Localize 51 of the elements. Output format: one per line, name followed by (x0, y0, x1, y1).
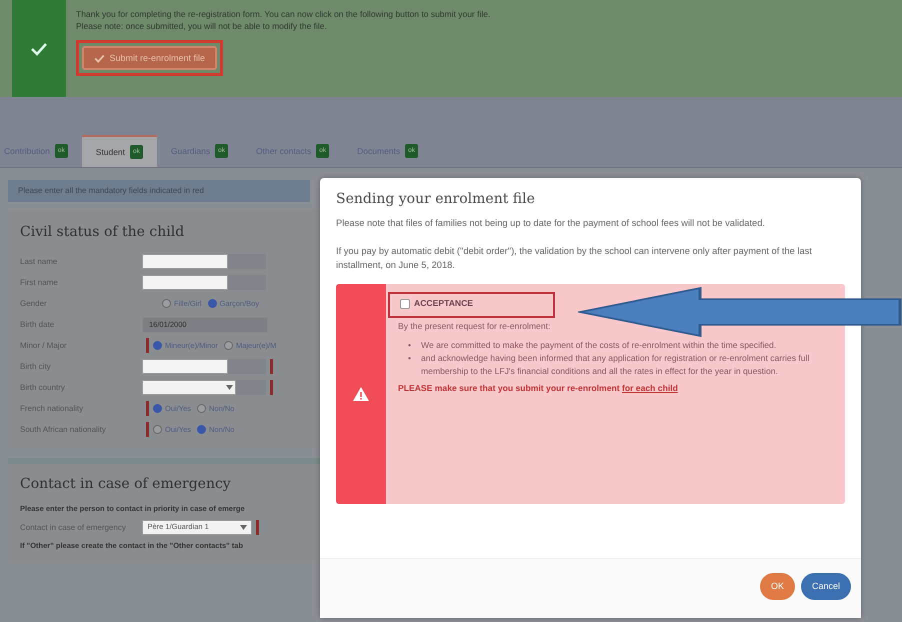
notice-text: Please note: once submitted, you will not be able to modify the file. (76, 20, 328, 32)
dialog-text: Please note that files of families not being up to date for the payment of school fees will not be validated. (336, 217, 766, 230)
check-icon (30, 42, 48, 56)
cancel-button[interactable]: Cancel (800, 572, 851, 600)
caret-icon (226, 385, 233, 390)
alert-text: By the present request for re-enrolment: (398, 320, 552, 333)
tab-label: Student (96, 146, 126, 158)
radio-button[interactable] (153, 425, 162, 434)
ok-button[interactable]: OK (760, 572, 795, 600)
section-title: Civil status of the child (20, 223, 186, 242)
caret-icon (240, 524, 246, 530)
radio-button[interactable] (153, 341, 162, 350)
field-label: South African nationality (20, 425, 107, 434)
radio-button[interactable] (153, 404, 162, 413)
dialog-title: Sending your enrolment file (336, 192, 536, 206)
acceptance-checkbox[interactable]: ACCEPTANCE (400, 297, 474, 310)
radio-button[interactable] (208, 299, 216, 308)
field-label: Last name (20, 257, 58, 266)
field-label: Birth city (20, 362, 52, 371)
check-icon (94, 54, 105, 62)
dialog-text: If you pay by automatic debit ("debit order"), the validation by the school can intervene only after payment of the last installment, on June 5, 2018. (336, 245, 813, 272)
text-field[interactable] (142, 275, 228, 290)
warning-text: PLEASE make sure that you submit your re-enrolment for each child (398, 382, 679, 395)
field-label: Birth date (20, 320, 56, 329)
radio-button[interactable] (197, 404, 206, 413)
radio-button[interactable] (224, 341, 233, 350)
field-label: French nationality (20, 404, 84, 413)
text-field[interactable] (142, 254, 228, 269)
list-item: We are committed to make the payment of the costs of re-enrolment within the time specified. (421, 338, 776, 352)
section-title: Contact in case of emergency (20, 475, 232, 494)
text-field[interactable] (142, 359, 228, 374)
warning-icon (352, 386, 370, 402)
submit-button[interactable]: Submit re-enrolment file (82, 46, 218, 70)
list-item: and acknowledge having been informed that any application for registration or re-enrolment carries full membership to the LFJ's financial conditions and all the rates in effect for the year in question. (421, 352, 810, 378)
notice-text: Thank you for completing the re-registration form. You can now click on the following button to submit your file. (76, 8, 490, 20)
field-addon (228, 275, 266, 290)
field-label: Contact in case of emergency (20, 522, 127, 532)
field-addon (228, 254, 266, 269)
radio-button[interactable] (197, 425, 206, 434)
field-addon (228, 359, 266, 374)
field-label: First name (20, 278, 59, 287)
field-label: Minor / Major (20, 341, 68, 350)
info-banner: Please enter all the mandatory fields indicated in red (8, 180, 310, 202)
field-label: Gender (20, 299, 48, 308)
dropdown-field[interactable] (142, 380, 236, 395)
radio-button[interactable] (162, 299, 171, 308)
bullet: • (408, 338, 412, 352)
bullet: • (408, 352, 412, 365)
field-label: Birth country (20, 383, 66, 392)
field-addon (236, 380, 266, 395)
link[interactable]: for each child (622, 382, 678, 393)
